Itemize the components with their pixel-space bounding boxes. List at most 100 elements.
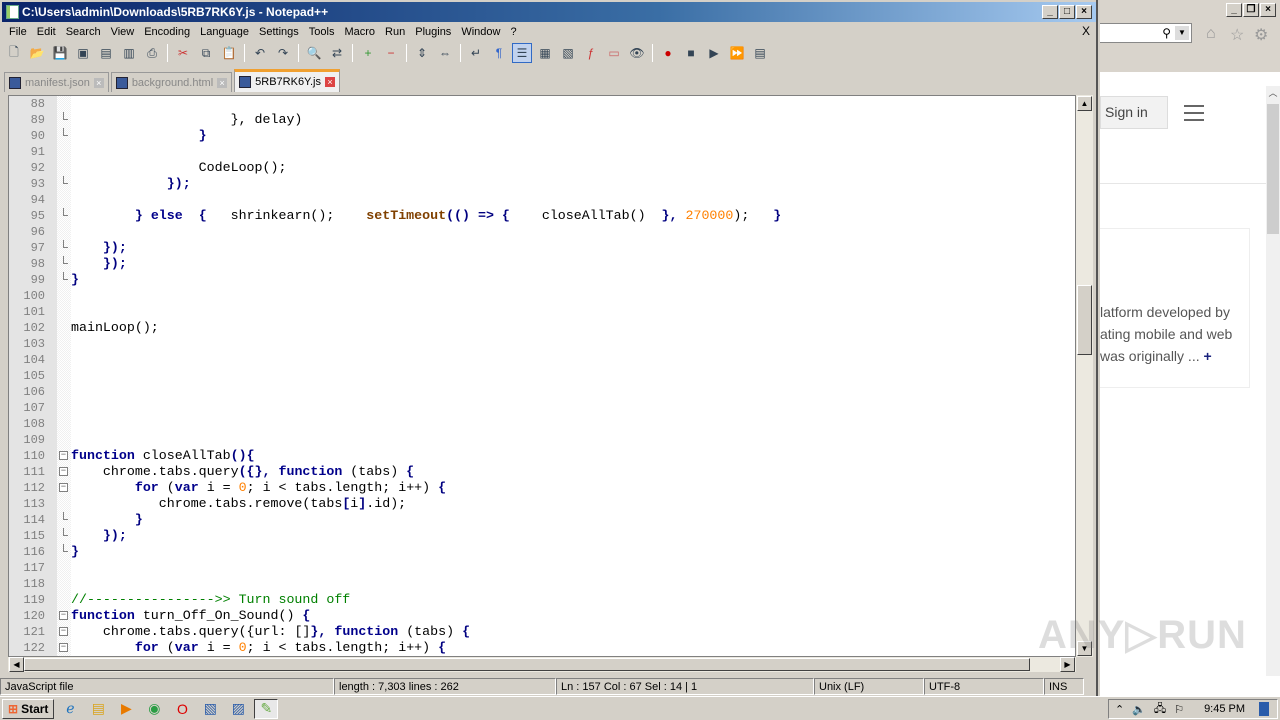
powershell-icon[interactable]: ▧ <box>198 699 222 719</box>
udl-icon[interactable]: ▦ <box>535 43 555 63</box>
menu-search[interactable]: Search <box>61 26 106 38</box>
zoom-out-icon[interactable]: − <box>381 43 401 63</box>
code-line[interactable]: 114 } <box>9 512 1075 528</box>
horizontal-scrollbar-thumb[interactable] <box>24 658 1030 671</box>
fold-toggle-icon[interactable]: − <box>59 627 68 636</box>
code-line[interactable]: 119 //---------------->> Turn sound off <box>9 592 1075 608</box>
code-line[interactable]: 104 <box>9 352 1075 368</box>
fold-toggle-icon[interactable]: − <box>59 483 68 492</box>
save-all-icon[interactable]: ▣ <box>73 43 93 63</box>
code-line[interactable]: 115 }); <box>9 528 1075 544</box>
browser-address-bar[interactable]: ⚲ ▼ <box>1100 23 1192 43</box>
chrome-icon[interactable]: ◉ <box>142 699 166 719</box>
browser-minimize-button[interactable]: _ <box>1226 3 1242 17</box>
close-document-button[interactable]: X <box>1082 24 1090 38</box>
find-icon[interactable]: 🔍 <box>304 43 324 63</box>
undo-icon[interactable]: ↶ <box>250 43 270 63</box>
code-line[interactable]: 106 <box>9 384 1075 400</box>
menu-file[interactable]: File <box>4 26 32 38</box>
code-line[interactable]: 111 − chrome.tabs.query({}, function (tab… <box>9 464 1075 480</box>
vertical-scrollbar[interactable]: ▲ ▼ <box>1076 95 1093 657</box>
scroll-right-arrow-icon[interactable]: ▶ <box>1060 657 1075 672</box>
close-all-icon[interactable]: ▥ <box>119 43 139 63</box>
doc-map-icon[interactable]: ▧ <box>558 43 578 63</box>
scrollbar-thumb[interactable] <box>1077 285 1092 355</box>
fold-toggle-icon[interactable]: − <box>59 643 68 652</box>
show-desktop-button[interactable] <box>1259 702 1270 716</box>
menu-language[interactable]: Language <box>195 26 254 38</box>
code-line[interactable]: 110 − function closeAllTab(){ <box>9 448 1075 464</box>
paste-icon[interactable]: 📋 <box>219 43 239 63</box>
gear-icon[interactable]: ⚙ <box>1254 25 1268 45</box>
action-center-flag-icon[interactable]: ⚐ <box>1174 703 1184 716</box>
file-explorer-icon[interactable]: ▤ <box>86 699 110 719</box>
show-hidden-icons-icon[interactable]: ⌃ <box>1115 703 1124 716</box>
code-line[interactable]: 94 <box>9 192 1075 208</box>
search-icon[interactable]: ⚲ <box>1162 26 1171 40</box>
opera-icon[interactable]: O <box>170 699 194 719</box>
sign-in-button[interactable]: Sign in <box>1100 96 1168 129</box>
word-wrap-icon[interactable]: ↵ <box>466 43 486 63</box>
menu-plugins[interactable]: Plugins <box>410 26 456 38</box>
code-line[interactable]: 103 <box>9 336 1075 352</box>
redo-icon[interactable]: ↷ <box>273 43 293 63</box>
save-macro-icon[interactable]: ▤ <box>750 43 770 63</box>
powershell-ise-icon[interactable]: ▨ <box>226 699 250 719</box>
code-line[interactable]: 102 mainLoop(); <box>9 320 1075 336</box>
scroll-left-arrow-icon[interactable]: ◀ <box>9 657 24 672</box>
code-editor[interactable]: 88 89 }, delay) 90 } 91 92 CodeLoop(); 93 });… <box>8 95 1076 657</box>
chevron-down-icon[interactable]: ▼ <box>1175 26 1189 40</box>
notepadpp-taskbar-icon[interactable]: ✎ <box>254 698 279 719</box>
expand-more-button[interactable]: + <box>1203 348 1211 364</box>
close-button[interactable]: × <box>1076 5 1092 19</box>
record-macro-icon[interactable]: ● <box>658 43 678 63</box>
code-line[interactable]: 101 <box>9 304 1075 320</box>
network-icon[interactable]: 🖧 <box>1154 700 1166 719</box>
code-line[interactable]: 116} <box>9 544 1075 560</box>
code-line[interactable]: 88 <box>9 96 1075 112</box>
code-line[interactable]: 122 − for (var i = 0; i < tabs.length; i+… <box>9 640 1075 656</box>
new-file-icon[interactable]: 🗋 <box>4 43 24 63</box>
code-line[interactable]: 118 <box>9 576 1075 592</box>
stop-macro-icon[interactable]: ■ <box>681 43 701 63</box>
start-button[interactable]: ⊞ Start <box>2 698 55 719</box>
copy-icon[interactable]: ⧉ <box>196 43 216 63</box>
run-macro-multiple-icon[interactable]: ⏩ <box>727 43 747 63</box>
menu-run[interactable]: Run <box>380 26 410 38</box>
browser-scrollbar[interactable]: ︿ <box>1266 86 1280 676</box>
open-file-icon[interactable]: 📂 <box>27 43 47 63</box>
save-icon[interactable]: 💾 <box>50 43 70 63</box>
code-line[interactable]: 95 } else { shrinkearn(); setTimeout(() … <box>9 208 1075 224</box>
scroll-up-arrow-icon[interactable]: ︿ <box>1266 86 1280 99</box>
home-icon[interactable]: ⌂ <box>1206 25 1216 43</box>
menu-edit[interactable]: Edit <box>32 26 61 38</box>
code-line[interactable]: 113 chrome.tabs.remove(tabs[i].id); <box>9 496 1075 512</box>
close-tab-icon[interactable]: × <box>324 77 335 87</box>
close-icon[interactable]: ▤ <box>96 43 116 63</box>
menu-help[interactable]: ? <box>505 26 521 38</box>
code-line[interactable]: 112 − for (var i = 0; i < tabs.length; i+… <box>9 480 1075 496</box>
maximize-button[interactable]: □ <box>1059 5 1075 19</box>
tab-manifest-json[interactable]: manifest.json × <box>4 72 109 92</box>
fold-toggle-icon[interactable]: − <box>59 451 68 460</box>
browser-close-button[interactable]: × <box>1260 3 1276 17</box>
close-tab-icon[interactable]: × <box>93 77 104 88</box>
menu-view[interactable]: View <box>106 26 140 38</box>
menu-window[interactable]: Window <box>456 26 505 38</box>
clock[interactable]: 9:45 PM <box>1204 703 1245 715</box>
sync-horizontal-icon[interactable]: ⇔ <box>435 43 455 63</box>
code-line[interactable]: 109 <box>9 432 1075 448</box>
folder-workspace-icon[interactable]: ▭ <box>604 43 624 63</box>
show-all-chars-icon[interactable]: ¶ <box>489 43 509 63</box>
code-line[interactable]: 96 <box>9 224 1075 240</box>
code-line[interactable]: 121 − chrome.tabs.query({url: []}, functi… <box>9 624 1075 640</box>
code-line[interactable]: 89 }, delay) <box>9 112 1075 128</box>
code-line[interactable]: 117 <box>9 560 1075 576</box>
media-player-icon[interactable]: ▶ <box>114 699 138 719</box>
menu-settings[interactable]: Settings <box>254 26 304 38</box>
code-line[interactable]: 90 } <box>9 128 1075 144</box>
menu-encoding[interactable]: Encoding <box>139 26 195 38</box>
code-line[interactable]: 107 <box>9 400 1075 416</box>
code-line[interactable]: 105 <box>9 368 1075 384</box>
code-line[interactable]: 98 }); <box>9 256 1075 272</box>
